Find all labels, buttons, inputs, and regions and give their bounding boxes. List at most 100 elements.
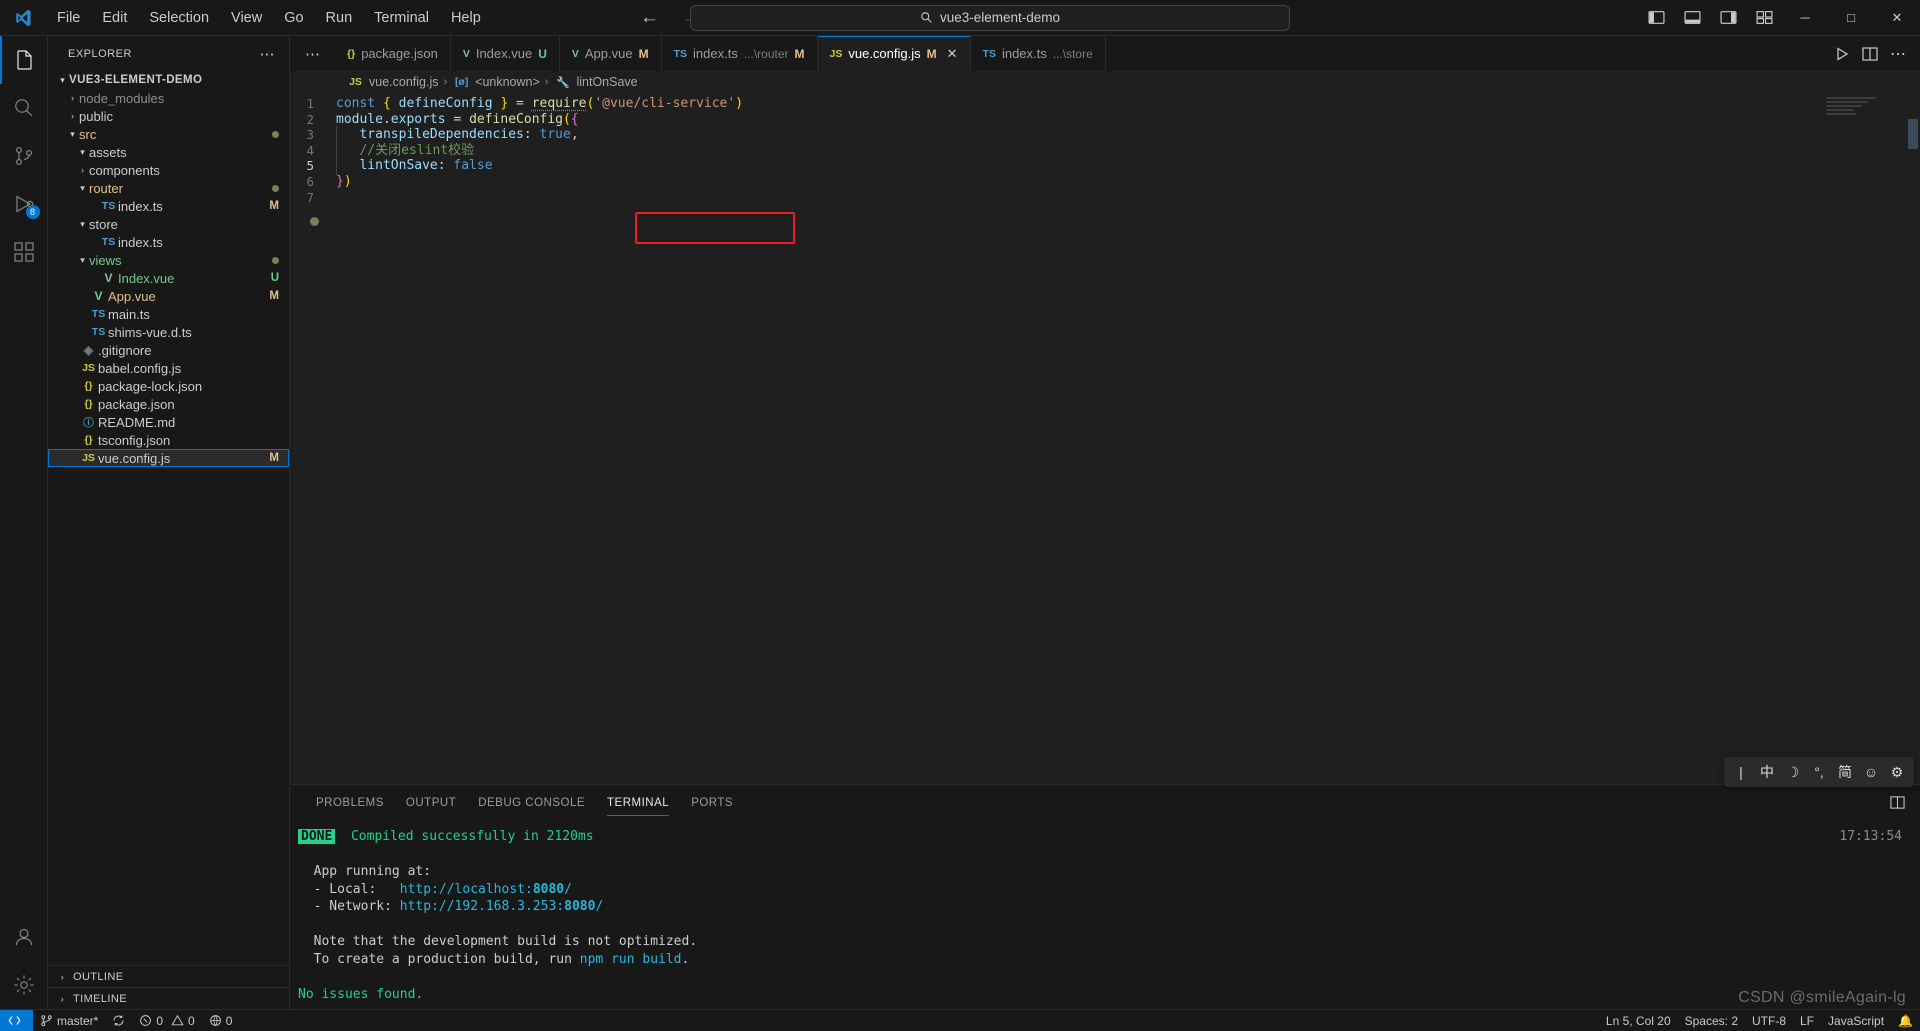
maximize-button[interactable]: □ — [1828, 0, 1874, 36]
editor-scrollbar[interactable] — [1906, 93, 1920, 784]
ime-toolbar[interactable]: | 中 ☽ °, 简 ☺ ⚙ — [1724, 757, 1914, 787]
menu-view[interactable]: View — [220, 6, 273, 30]
tree-item-index-ts[interactable]: TS index.ts M — [48, 197, 289, 215]
activity-search[interactable] — [0, 84, 48, 132]
split-terminal-icon[interactable] — [1884, 785, 1910, 820]
tree-item-babel-config-js[interactable]: JS babel.config.js — [48, 359, 289, 377]
menu-selection[interactable]: Selection — [138, 6, 220, 30]
remote-indicator[interactable] — [0, 1009, 33, 1031]
toggle-panel-icon[interactable] — [1674, 0, 1710, 36]
tree-item-public[interactable]: › public — [48, 107, 289, 125]
split-editor-icon[interactable] — [1856, 36, 1884, 71]
code-line[interactable]: 3 transpileDependencies: true, — [290, 126, 1920, 144]
status-notifications-icon[interactable]: 🔔 — [1891, 1010, 1920, 1031]
code-lines[interactable]: 1 const { defineConfig } = require('@vue/… — [290, 93, 1920, 205]
tree-item-src[interactable]: ▾ src — [48, 125, 289, 143]
terminal-text[interactable]: http://localhost: — [400, 882, 533, 897]
terminal-text[interactable]: npm run build — [580, 952, 682, 967]
menu-terminal[interactable]: Terminal — [363, 6, 440, 30]
ime-handle-icon[interactable]: | — [1728, 757, 1754, 787]
customize-layout-icon[interactable] — [1746, 0, 1782, 36]
explorer-more-icon[interactable]: ⋯ — [254, 45, 282, 63]
activity-settings[interactable] — [0, 961, 48, 1009]
status-encoding[interactable]: UTF-8 — [1745, 1010, 1793, 1031]
status-sync[interactable] — [105, 1010, 132, 1031]
code-line[interactable]: 2 module.exports = defineConfig({ — [290, 112, 1920, 128]
code-editor[interactable]: 1 const { defineConfig } = require('@vue/… — [290, 93, 1920, 784]
tree-item-index-ts[interactable]: TS index.ts — [48, 233, 289, 251]
breakpoint-dot-icon[interactable] — [310, 217, 319, 226]
breadcrumb-symbol-property[interactable]: 🔧 lintOnSave — [553, 75, 638, 89]
minimap[interactable] — [1826, 97, 1906, 137]
terminal-output[interactable]: DONE Compiled successfully in 2120ms App… — [290, 820, 1920, 1009]
tree-item-package-json[interactable]: {} package.json — [48, 395, 289, 413]
terminal-text[interactable]: / — [564, 882, 572, 897]
activity-accounts[interactable] — [0, 913, 48, 961]
file-tree[interactable]: ▾ VUE3-ELEMENT-DEMO › node_modules › public… — [48, 71, 289, 965]
editor-tab-index-vue[interactable]: V Index.vue U — [450, 36, 560, 71]
code-line[interactable]: 4 //关闭eslint校验 — [290, 141, 1920, 159]
close-button[interactable]: ✕ — [1874, 0, 1920, 36]
menu-bar[interactable]: File Edit Selection View Go Run Terminal… — [46, 6, 492, 30]
code-line[interactable]: 5 lintOnSave: false — [290, 157, 1920, 175]
tree-item-store[interactable]: ▾ store — [48, 215, 289, 233]
terminal-text[interactable]: http://192.168.3.253: — [400, 899, 564, 914]
ime-emoji-icon[interactable]: ☺ — [1858, 757, 1884, 787]
code-line[interactable]: 6}) — [290, 174, 1920, 190]
command-center-search[interactable]: vue3-element-demo — [690, 4, 1290, 31]
minimize-button[interactable]: ─ — [1782, 0, 1828, 36]
panel-tab-debug-console[interactable]: DEBUG CONSOLE — [467, 785, 596, 820]
activity-explorer[interactable] — [0, 36, 48, 84]
status-language-mode[interactable]: JavaScript — [1821, 1010, 1891, 1031]
tab-list[interactable]: {} package.json V Index.vue U V App.vue M TS inde… — [335, 36, 1106, 71]
code-line[interactable]: 1 const { defineConfig } = require('@vue/… — [290, 96, 1920, 112]
terminal-text[interactable]: 8080 — [564, 899, 595, 914]
tab-close-icon[interactable]: ✕ — [947, 46, 958, 62]
ime-moon-icon[interactable]: ☽ — [1780, 757, 1806, 787]
panel-tab-bar[interactable]: PROBLEMS OUTPUT DEBUG CONSOLE TERMINAL P… — [290, 757, 1920, 820]
ime-punctuation-icon[interactable]: °, — [1806, 757, 1832, 787]
breadcrumb-symbol-unknown[interactable]: [ø] <unknown> — [452, 75, 540, 89]
terminal-text[interactable]: / — [595, 899, 603, 914]
panel-tab-ports[interactable]: PORTS — [680, 785, 744, 820]
tree-item-views[interactable]: ▾ views — [48, 251, 289, 269]
tree-item-assets[interactable]: ▾ assets — [48, 143, 289, 161]
editor-tab-vue-config-js[interactable]: JS vue.config.js M ✕ — [817, 36, 971, 71]
breadcrumb-file[interactable]: JS vue.config.js — [346, 75, 438, 89]
status-cursor-position[interactable]: Ln 5, Col 20 — [1599, 1010, 1678, 1031]
status-eol[interactable]: LF — [1793, 1010, 1821, 1031]
tree-item-package-lock-json[interactable]: {} package-lock.json — [48, 377, 289, 395]
tree-item-gitignore[interactable]: ◈ .gitignore — [48, 341, 289, 359]
editor-tab-index-ts[interactable]: TS index.ts ...\router M — [661, 36, 818, 71]
editor-tab-app-vue[interactable]: V App.vue M — [559, 36, 662, 71]
terminal-text[interactable]: 8080 — [533, 882, 564, 897]
status-ports[interactable]: 0 — [202, 1010, 240, 1031]
tree-item-main-ts[interactable]: TS main.ts — [48, 305, 289, 323]
tabs-overflow-icon[interactable]: ⋯ — [290, 36, 335, 71]
menu-run[interactable]: Run — [315, 6, 364, 30]
tree-item-shims-vue-d-ts[interactable]: TS shims-vue.d.ts — [48, 323, 289, 341]
code-line[interactable]: 7 — [290, 190, 1920, 206]
panel-tab-output[interactable]: OUTPUT — [395, 785, 467, 820]
menu-file[interactable]: File — [46, 6, 91, 30]
tree-item-vue-config-js[interactable]: JS vue.config.js M — [48, 449, 289, 467]
toggle-secondary-sidebar-icon[interactable] — [1710, 0, 1746, 36]
panel-tab-problems[interactable]: PROBLEMS — [305, 785, 395, 820]
sidebar-section-outline[interactable]: › OUTLINE — [48, 965, 289, 987]
ime-chinese-mode[interactable]: 中 — [1754, 757, 1780, 787]
status-problems[interactable]: 0 0 — [132, 1010, 201, 1031]
editor-tab-package-json[interactable]: {} package.json — [335, 36, 451, 71]
status-indentation[interactable]: Spaces: 2 — [1678, 1010, 1745, 1031]
tree-root-folder[interactable]: ▾ VUE3-ELEMENT-DEMO — [48, 71, 289, 89]
ime-settings-icon[interactable]: ⚙ — [1884, 757, 1910, 787]
activity-extensions[interactable] — [0, 228, 48, 276]
tree-item-app-vue[interactable]: V App.vue M — [48, 287, 289, 305]
status-branch[interactable]: master* — [33, 1010, 105, 1031]
tree-item-tsconfig-json[interactable]: {} tsconfig.json — [48, 431, 289, 449]
more-actions-icon[interactable]: ⋯ — [1884, 36, 1912, 71]
ime-simplified-icon[interactable]: 简 — [1832, 757, 1858, 787]
tree-item-index-vue[interactable]: V Index.vue U — [48, 269, 289, 287]
editor-tab-index-ts[interactable]: TS index.ts ...\store — [970, 36, 1106, 71]
run-code-icon[interactable] — [1828, 36, 1856, 71]
tree-item-node-modules[interactable]: › node_modules — [48, 89, 289, 107]
